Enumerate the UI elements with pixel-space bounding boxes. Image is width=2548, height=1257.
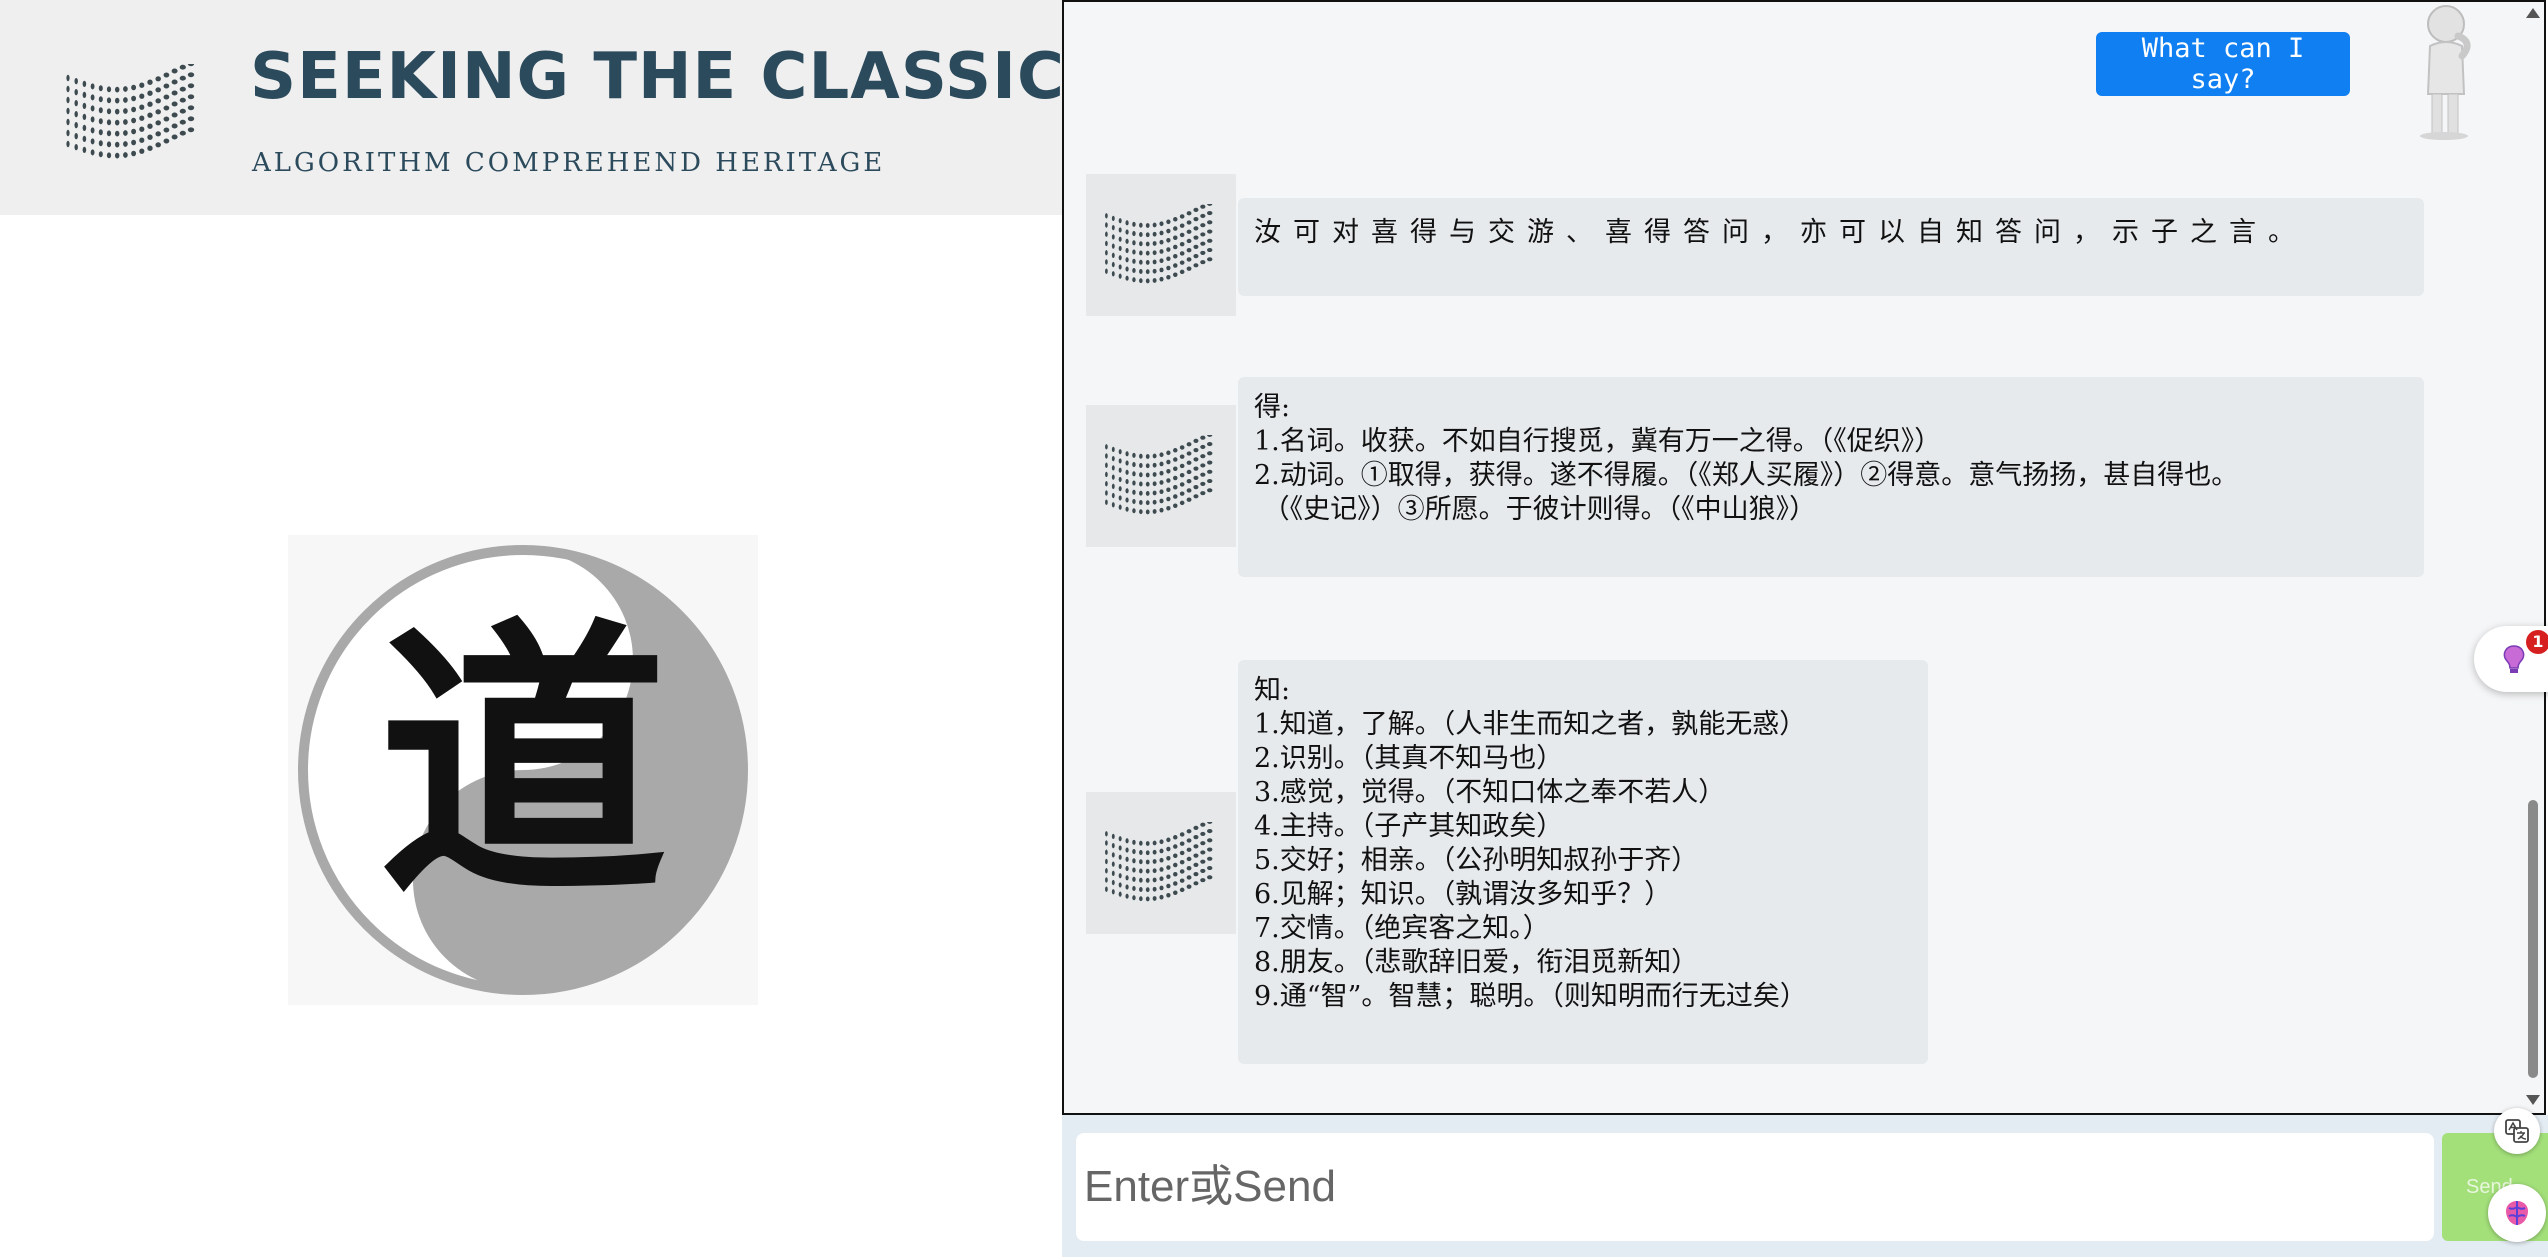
dao-character: 道 bbox=[378, 594, 668, 934]
bot-avatar-icon bbox=[1105, 822, 1213, 902]
notification-badge: 1 bbox=[2526, 630, 2548, 654]
message-bubble: 知: 1.知道，了解。（人非生而知之者，孰能无惑） 2.识别。（其真不知马也） … bbox=[1238, 660, 1928, 1064]
floating-extension-button[interactable]: 1 bbox=[2474, 626, 2548, 692]
message-bubble: 得: 1.名词。收获。不如自行搜觅，冀有万一之得。（《促织》） 2.动词。①取得… bbox=[1238, 377, 2424, 577]
what-can-i-say-button[interactable]: What can I say? bbox=[2096, 32, 2350, 96]
chat-scrollbar[interactable] bbox=[2522, 2, 2544, 1113]
bot-avatar-icon bbox=[1105, 435, 1213, 515]
ai-assistant-button[interactable] bbox=[2488, 1184, 2546, 1242]
input-area: Send bbox=[1062, 1115, 2548, 1257]
scrollbar-thumb[interactable] bbox=[2528, 800, 2538, 1078]
brand-subtitle: ALGORITHM COMPREHEND HERITAGE bbox=[252, 148, 886, 178]
message-bubble: 汝可对喜得与交游、喜得答问，亦可以自知答问，示子之言。 bbox=[1238, 198, 2424, 296]
brain-icon bbox=[2506, 1201, 2528, 1225]
translate-button[interactable] bbox=[2494, 1108, 2540, 1154]
chat-panel: What can I say? 汝可对喜得与交游、喜得答问，亦可以自知答问，示子… bbox=[1062, 0, 2546, 1115]
translate-icon bbox=[2505, 1119, 2529, 1143]
bot-avatar bbox=[1086, 792, 1236, 934]
brand-logo-icon bbox=[66, 64, 195, 159]
scroll-down-arrow-icon[interactable] bbox=[2526, 1095, 2540, 1105]
dao-emblem-logo: 道 bbox=[288, 535, 758, 1005]
bot-avatar-icon bbox=[1105, 204, 1213, 284]
bot-avatar bbox=[1086, 405, 1236, 547]
brand-header: SEEKING THE CLASSICS ALGORITHM COMPREHEN… bbox=[0, 0, 1112, 215]
bot-avatar bbox=[1086, 174, 1236, 316]
message-input[interactable] bbox=[1076, 1133, 2434, 1241]
scroll-up-arrow-icon[interactable] bbox=[2526, 8, 2540, 18]
left-panel: SEEKING THE CLASSICS ALGORITHM COMPREHEN… bbox=[0, 0, 1112, 1257]
lightbulb-icon bbox=[2503, 645, 2525, 673]
thinking-figure-icon bbox=[2420, 5, 2471, 140]
brand-title: SEEKING THE CLASSICS bbox=[250, 40, 1114, 114]
